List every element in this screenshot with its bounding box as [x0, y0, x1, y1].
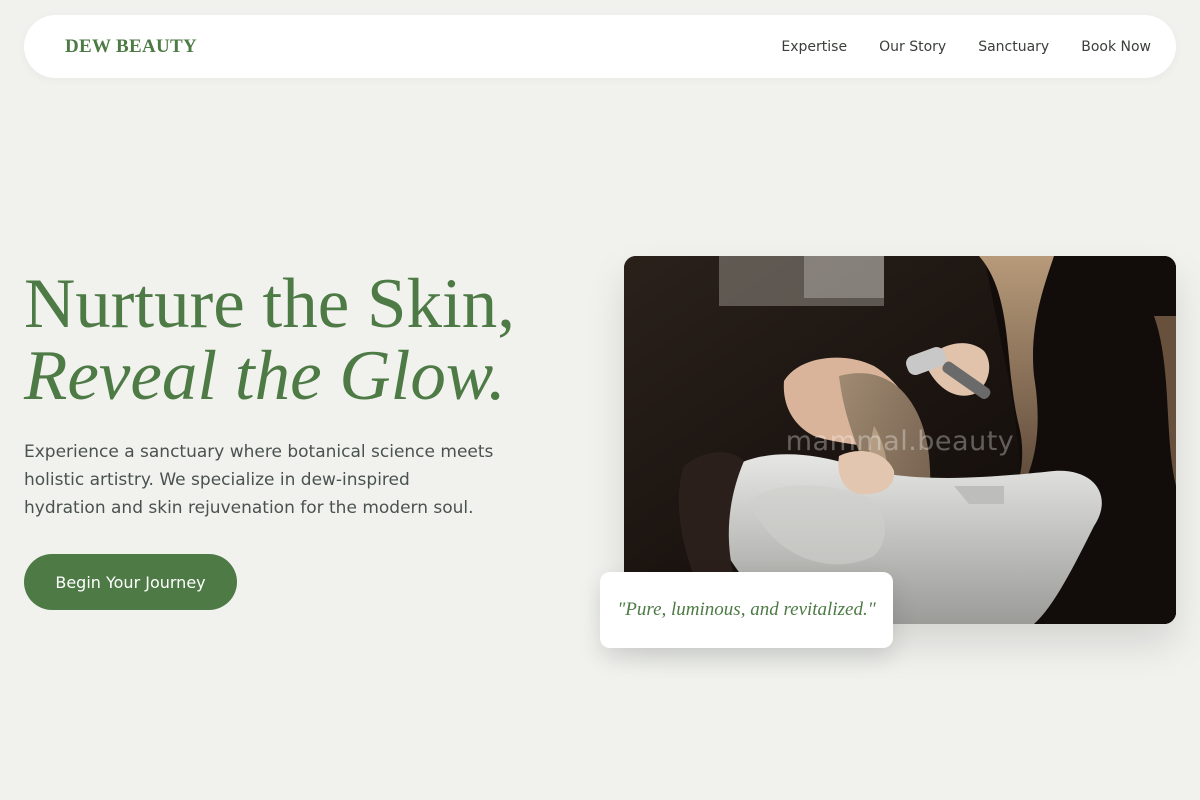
nav-link-expertise[interactable]: Expertise	[781, 39, 847, 55]
nav-link-sanctuary[interactable]: Sanctuary	[978, 39, 1049, 55]
site-header: DEW BEAUTY Expertise Our Story Sanctuary…	[24, 15, 1176, 78]
main-nav: Expertise Our Story Sanctuary Book Now	[781, 39, 1151, 55]
hero-description: Experience a sanctuary where botanical s…	[24, 442, 494, 518]
image-watermark: mammal.beauty	[785, 426, 1015, 457]
begin-journey-button[interactable]: Begin Your Journey	[24, 554, 237, 610]
nav-link-our-story[interactable]: Our Story	[879, 39, 946, 55]
hero-title-line1: Nurture the Skin,	[24, 265, 516, 343]
hero-title-line2: Reveal the Glow.	[24, 337, 506, 415]
hero-title: Nurture the Skin, Reveal the Glow.	[24, 268, 584, 412]
quote-text: "Pure, luminous, and revitalized."	[617, 599, 876, 620]
nav-link-book-now[interactable]: Book Now	[1081, 39, 1151, 55]
hero-photo: mammal.beauty	[624, 256, 1176, 624]
brand-logo[interactable]: DEW BEAUTY	[65, 36, 197, 58]
quote-card: "Pure, luminous, and revitalized."	[600, 572, 893, 648]
